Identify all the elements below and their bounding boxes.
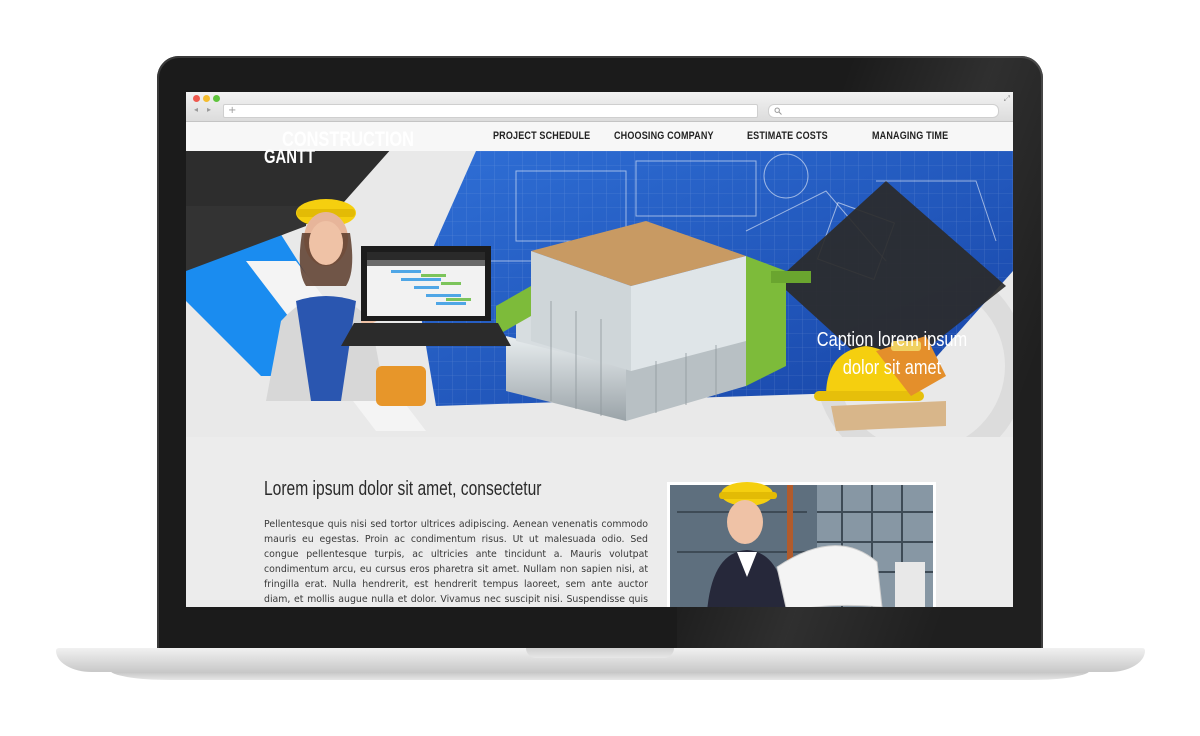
forward-button[interactable]: ▸ bbox=[207, 105, 211, 115]
browser-chrome: ◂ ▸ + ⤢ bbox=[186, 92, 1013, 122]
plus-icon: + bbox=[228, 105, 237, 116]
site-logo[interactable]: CONSTRUCTION GANTT bbox=[186, 122, 416, 200]
logo-line-gantt: GANTT bbox=[264, 147, 316, 168]
nav-project-schedule[interactable]: PROJECT SCHEDULE bbox=[493, 130, 590, 142]
fullscreen-icon[interactable]: ⤢ bbox=[1004, 94, 1010, 104]
hero-caption: Caption lorem ipsum dolor sit amet bbox=[816, 329, 968, 379]
nav-estimate-costs[interactable]: ESTIMATE COSTS bbox=[747, 130, 828, 142]
minimize-window-button[interactable] bbox=[203, 95, 210, 102]
maximize-window-button[interactable] bbox=[213, 95, 220, 102]
content-heading: Lorem ipsum dolor sit amet, consectetur bbox=[264, 478, 542, 500]
nav-choosing-company[interactable]: CHOOSING COMPANY bbox=[614, 130, 714, 142]
url-bar[interactable]: + bbox=[223, 104, 758, 118]
nav-managing-time[interactable]: MANAGING TIME bbox=[872, 130, 948, 142]
laptop-notch bbox=[526, 648, 674, 658]
content-photo bbox=[667, 482, 936, 607]
browser-search-input[interactable] bbox=[768, 104, 999, 118]
close-window-button[interactable] bbox=[193, 95, 200, 102]
back-button[interactable]: ◂ bbox=[194, 105, 198, 115]
search-icon bbox=[774, 107, 782, 115]
content-paragraph: Pellentesque quis nisi sed tortor ultric… bbox=[264, 519, 648, 606]
screen: ◂ ▸ + ⤢ Caption lorem ipsum dolor sit am… bbox=[186, 92, 1013, 607]
engineer-photo bbox=[670, 482, 933, 607]
